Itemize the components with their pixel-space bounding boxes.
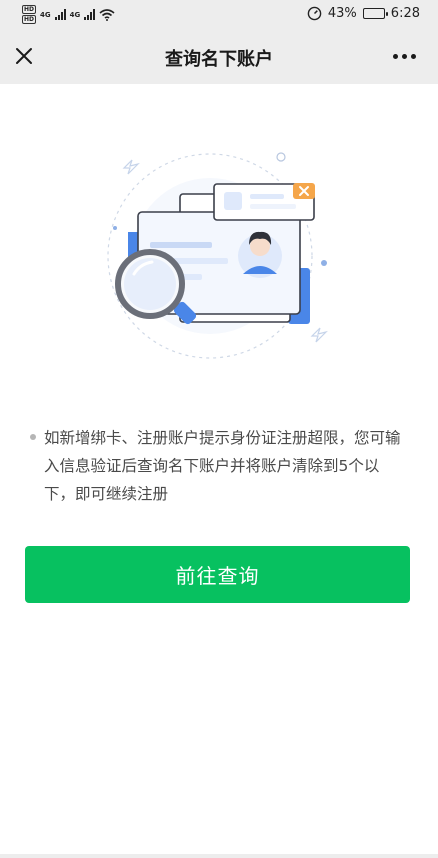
sim-tags: HD HD	[22, 5, 37, 24]
nav-bar: 查询名下账户	[0, 30, 438, 84]
go-query-button[interactable]: 前往查询	[25, 546, 410, 603]
main-content: 如新增绑卡、注册账户提示身份证注册超限，您可输入信息验证后查询名下账户并将账户清…	[0, 84, 438, 854]
sim-tag-1: HD	[22, 5, 37, 14]
more-icon[interactable]	[393, 54, 416, 59]
signal-icon	[54, 9, 66, 20]
data-saver-icon	[307, 6, 322, 21]
signal-icon	[84, 9, 96, 20]
wifi-icon	[99, 8, 115, 21]
id-card-search-illustration	[107, 152, 328, 359]
sim-tag-2: HD	[22, 15, 37, 24]
status-time: 6:28	[390, 6, 420, 21]
signal-group: HD HD 4G 4G	[22, 5, 115, 24]
network-label-2: 4G	[69, 10, 81, 19]
network-label-1: 4G	[40, 10, 51, 19]
notice-text: 如新增绑卡、注册账户提示身份证注册超限，您可输入信息验证后查询名下账户并将账户清…	[44, 429, 401, 503]
status-bar: HD HD 4G 4G 43% 6:28	[0, 0, 438, 30]
battery-icon	[362, 8, 388, 19]
battery-percent: 43%	[327, 6, 357, 21]
notice-bullet	[30, 434, 36, 440]
status-right: 43% 6:28	[307, 6, 420, 21]
page-title: 查询名下账户	[165, 49, 273, 70]
notice-block: 如新增绑卡、注册账户提示身份证注册超限，您可输入信息验证后查询名下账户并将账户清…	[30, 424, 410, 508]
